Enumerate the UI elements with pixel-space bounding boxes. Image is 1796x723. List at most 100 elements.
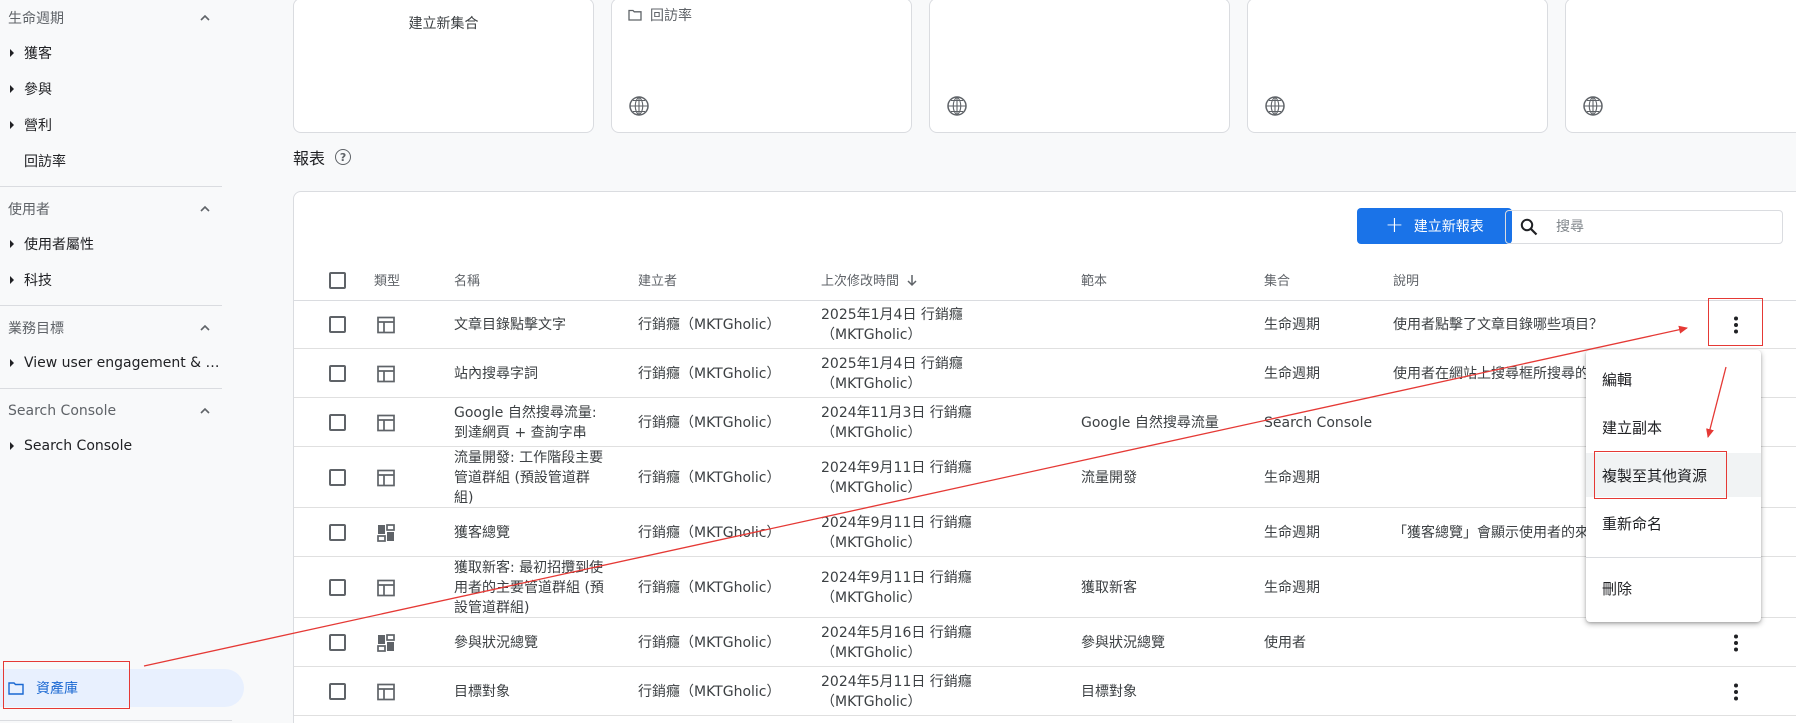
expand-triangle-icon bbox=[0, 442, 24, 450]
table-row[interactable]: 獲取新客: 最初招攬到使 用者的主要管道群組 (預 設管道群組) 行銷癮（MKTGho… bbox=[294, 557, 1796, 618]
table-row[interactable]: 目標對象 行銷癮（MKTGholic） 2024年5月11日 行銷癮 （MKTGhol… bbox=[294, 667, 1796, 716]
report-collection: 生命週期 bbox=[1264, 579, 1320, 596]
menu-item-duplicate[interactable]: 建立副本 bbox=[1586, 405, 1761, 449]
sidebar-section-search-console: Search Console Search Console bbox=[0, 394, 222, 464]
collection-card[interactable] bbox=[1247, 0, 1548, 133]
menu-item-edit[interactable]: 編輯 bbox=[1586, 357, 1761, 401]
report-creator: 行銷癮（MKTGholic） bbox=[638, 365, 781, 382]
sort-arrow-down-icon bbox=[907, 274, 917, 286]
chevron-up-icon bbox=[200, 14, 210, 21]
report-collection: 生命週期 bbox=[1264, 365, 1320, 382]
report-creator: 行銷癮（MKTGholic） bbox=[638, 634, 781, 651]
sidebar-item-search-console[interactable]: Search Console bbox=[0, 428, 222, 464]
main-content: 建立新集合 回訪率 報表 ? + 建立新報表 類型 名稱 建立者 bbox=[293, 0, 1796, 723]
expand-triangle-icon bbox=[0, 276, 24, 284]
column-header-creator[interactable]: 建立者 bbox=[638, 270, 677, 289]
row-checkbox[interactable] bbox=[329, 524, 346, 541]
row-checkbox[interactable] bbox=[329, 414, 346, 431]
row-checkbox[interactable] bbox=[329, 365, 346, 382]
sidebar-item-retention[interactable]: 回訪率 bbox=[0, 143, 222, 179]
column-header-template[interactable]: 範本 bbox=[1081, 270, 1107, 289]
create-report-button[interactable]: + 建立新報表 bbox=[1357, 208, 1512, 244]
collection-card[interactable]: 回訪率 bbox=[611, 0, 912, 133]
collection-card[interactable] bbox=[929, 0, 1230, 133]
report-collection: 生命週期 bbox=[1264, 316, 1320, 333]
expand-triangle-icon bbox=[0, 359, 24, 367]
report-modified: 2024年9月11日 行銷癮 （MKTGholic） bbox=[821, 569, 972, 606]
annotation-highlight-library bbox=[3, 661, 130, 709]
sidebar-section-business-objectives: 業務目標 View user engagement & rete... bbox=[0, 311, 222, 381]
report-template: Google 自然搜尋流量 bbox=[1081, 414, 1219, 431]
section-title: 生命週期 bbox=[8, 11, 64, 27]
column-header-name[interactable]: 名稱 bbox=[454, 270, 480, 289]
search-icon bbox=[1520, 218, 1538, 236]
report-name: Google 自然搜尋流量: 到達網頁 + 查詢字串 bbox=[454, 404, 597, 441]
collection-card[interactable] bbox=[1565, 0, 1796, 133]
report-name: 文章目錄點擊文字 bbox=[454, 316, 566, 333]
section-title: 業務目標 bbox=[8, 321, 64, 337]
sidebar-item-view-user-engagement[interactable]: View user engagement & rete... bbox=[0, 345, 222, 381]
report-name: 目標對象 bbox=[454, 683, 510, 700]
property-globe-icon bbox=[629, 96, 649, 116]
annotation-highlight-more-button bbox=[1708, 298, 1763, 346]
expand-triangle-icon bbox=[0, 49, 24, 57]
table-row[interactable]: Google 自然搜尋流量: 到達網頁 + 查詢字串 行銷癮（MKTGholic） 2… bbox=[294, 398, 1796, 447]
column-header-modified[interactable]: 上次修改時間 bbox=[821, 270, 919, 289]
dashboard-icon bbox=[376, 523, 396, 543]
search-input[interactable] bbox=[1556, 219, 1776, 235]
divider bbox=[1586, 557, 1761, 558]
more-options-icon[interactable] bbox=[1724, 680, 1748, 704]
row-checkbox[interactable] bbox=[329, 579, 346, 596]
table-icon bbox=[376, 578, 396, 598]
report-creator: 行銷癮（MKTGholic） bbox=[638, 524, 781, 541]
select-all-checkbox[interactable] bbox=[329, 272, 346, 289]
report-collection: 使用者 bbox=[1264, 634, 1306, 651]
report-template: 目標對象 bbox=[1081, 683, 1137, 700]
report-modified: 2024年11月3日 行銷癮 （MKTGholic） bbox=[821, 404, 972, 441]
table-row[interactable]: 獲客總覽 行銷癮（MKTGholic） 2024年9月11日 行銷癮 （MKTGhol… bbox=[294, 508, 1796, 557]
table-row[interactable]: 流量開發: 工作階段主要 管道群組 (預設管道群 組) 行銷癮（MKTGholic） 2… bbox=[294, 447, 1796, 508]
sidebar-item-user-attributes[interactable]: 使用者屬性 bbox=[0, 226, 222, 262]
column-header-type[interactable]: 類型 bbox=[374, 270, 400, 289]
column-header-description[interactable]: 說明 bbox=[1393, 270, 1419, 289]
sidebar: 生命週期 獲客 參與 營利 回訪率 使用者 使用者屬性 科技 業務目標 View… bbox=[0, 0, 252, 723]
new-collection-card[interactable]: 建立新集合 bbox=[293, 0, 594, 133]
search-box[interactable] bbox=[1505, 210, 1783, 244]
sidebar-item-acquisition[interactable]: 獲客 bbox=[0, 35, 222, 71]
table-icon bbox=[376, 413, 396, 433]
section-header[interactable]: 使用者 bbox=[0, 192, 222, 226]
sidebar-item-engagement[interactable]: 參與 bbox=[0, 71, 222, 107]
column-header-collection[interactable]: 集合 bbox=[1264, 270, 1290, 289]
row-checkbox[interactable] bbox=[329, 316, 346, 333]
report-creator: 行銷癮（MKTGholic） bbox=[638, 579, 781, 596]
table-icon bbox=[376, 315, 396, 335]
report-modified: 2024年9月11日 行銷癮 （MKTGholic） bbox=[821, 514, 972, 551]
menu-item-rename[interactable]: 重新命名 bbox=[1586, 501, 1761, 545]
divider bbox=[0, 305, 222, 306]
menu-item-delete[interactable]: 刪除 bbox=[1586, 566, 1761, 610]
divider bbox=[0, 388, 222, 389]
table-icon bbox=[376, 682, 396, 702]
reports-table: + 建立新報表 類型 名稱 建立者 上次修改時間 範本 集合 說明 文章目錄點擊… bbox=[293, 191, 1796, 723]
annotation-highlight-copy-menu-item bbox=[1594, 451, 1727, 499]
report-name: 站內搜尋字詞 bbox=[454, 365, 538, 382]
sidebar-section-lifecycle: 生命週期 獲客 參與 營利 回訪率 bbox=[0, 1, 222, 179]
report-template: 參與狀況總覽 bbox=[1081, 634, 1165, 651]
sidebar-item-tech[interactable]: 科技 bbox=[0, 262, 222, 298]
row-checkbox[interactable] bbox=[329, 469, 346, 486]
help-icon[interactable]: ? bbox=[335, 149, 352, 165]
table-row[interactable]: 站內搜尋字詞 行銷癮（MKTGholic） 2025年1月4日 行銷癮 （MKTGho… bbox=[294, 349, 1796, 398]
section-header[interactable]: 生命週期 bbox=[0, 1, 222, 35]
more-options-icon[interactable] bbox=[1724, 631, 1748, 655]
section-header[interactable]: 業務目標 bbox=[0, 311, 222, 345]
sidebar-item-monetization[interactable]: 營利 bbox=[0, 107, 222, 143]
row-checkbox[interactable] bbox=[329, 683, 346, 700]
table-icon bbox=[376, 364, 396, 384]
chevron-up-icon bbox=[200, 407, 210, 414]
table-row[interactable]: 參與狀況總覽 行銷癮（MKTGholic） 2024年5月16日 行銷癮 （MKTGh… bbox=[294, 618, 1796, 667]
table-row[interactable]: 文章目錄點擊文字 行銷癮（MKTGholic） 2025年1月4日 行銷癮 （MKTG… bbox=[294, 300, 1796, 349]
report-creator: 行銷癮（MKTGholic） bbox=[638, 414, 781, 431]
sidebar-section-user: 使用者 使用者屬性 科技 bbox=[0, 192, 222, 298]
section-header[interactable]: Search Console bbox=[0, 394, 222, 428]
row-checkbox[interactable] bbox=[329, 634, 346, 651]
